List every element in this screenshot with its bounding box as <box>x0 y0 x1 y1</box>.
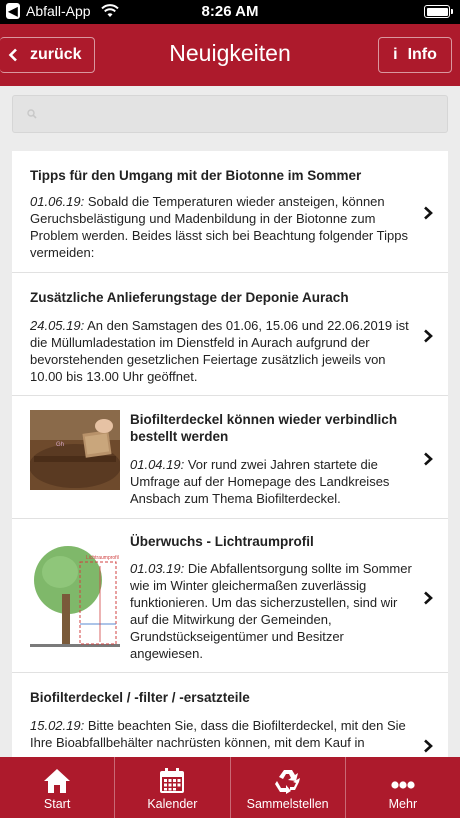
nav-header: zurück Neuigkeiten i Info <box>0 24 460 86</box>
tab-label: Sammelstellen <box>246 797 329 811</box>
news-item[interactable]: Gh Biofilterdeckel können wieder verbind… <box>12 396 448 519</box>
news-item-body: An den Samstagen des 01.06, 15.06 und 22… <box>30 318 409 384</box>
tab-kalender[interactable]: Kalender <box>115 757 231 818</box>
news-list: Tipps für den Umgang mit der Biotonne im… <box>12 151 448 757</box>
info-icon: i <box>393 46 398 63</box>
news-item-date: 01.06.19: <box>30 194 85 209</box>
news-item-text: 15.02.19: Bitte beachten Sie, dass die B… <box>30 717 415 751</box>
news-item-text: 01.04.19: Vor rund zwei Jahren startete … <box>130 456 415 507</box>
search-input[interactable] <box>13 96 447 132</box>
news-item-title: Überwuchs - Lichtraumprofil <box>130 534 314 549</box>
status-bar: ◀ Abfall-App 8:26 AM <box>0 0 460 24</box>
news-item-date: 15.02.19: <box>30 718 85 733</box>
clearance-profile-diagram: Lichtraumprofil <box>30 532 120 658</box>
chevron-right-icon <box>424 739 433 753</box>
battery-icon <box>424 5 453 18</box>
bio-bin-lid-image: Gh <box>30 410 120 490</box>
chevron-right-icon <box>424 206 433 220</box>
chevron-right-icon <box>424 452 433 466</box>
news-item[interactable]: Lichtraumprofil Überwuchs - Lichtraumpro… <box>12 519 448 673</box>
news-item-text: 24.05.19: An den Samstagen des 01.06, 15… <box>30 317 415 385</box>
news-item-body: Sobald die Temperaturen wieder ansteigen… <box>30 194 408 260</box>
news-item-body: Die Abfallentsorgung sollte im Sommer wi… <box>130 561 412 661</box>
news-item-image: Lichtraumprofil <box>30 532 120 658</box>
news-item-title: Tipps für den Umgang mit der Biotonne im… <box>30 168 362 183</box>
news-item-date: 01.03.19: <box>130 561 185 576</box>
recycle-icon <box>274 770 300 794</box>
news-item-date: 24.05.19: <box>30 318 85 333</box>
tab-label: Start <box>43 797 71 811</box>
tab-sammelstellen[interactable]: Sammelstellen <box>231 757 346 818</box>
chevron-right-icon <box>424 591 433 605</box>
news-item[interactable]: Zusätzliche Anlieferungstage der Deponie… <box>12 273 448 396</box>
svg-text:Lichtraumprofil: Lichtraumprofil <box>86 555 119 561</box>
tab-mehr[interactable]: Mehr <box>346 757 460 818</box>
tab-bar: Start Kalender Sammelstellen Mehr <box>0 757 460 818</box>
news-item-text: 01.03.19: Die Abfallentsorgung sollte im… <box>130 560 415 662</box>
tab-label: Mehr <box>388 797 418 811</box>
clock: 8:26 AM <box>201 3 259 20</box>
search-bar <box>12 95 448 133</box>
news-item-text: 01.06.19: Sobald die Temperaturen wieder… <box>30 193 415 261</box>
news-item-image: Gh <box>30 410 120 490</box>
home-icon <box>44 769 71 793</box>
chevron-right-icon <box>424 329 433 343</box>
calendar-icon <box>160 768 185 793</box>
news-item[interactable]: Biofilterdeckel / -filter / -ersatzteile… <box>12 673 448 757</box>
tab-start[interactable]: Start <box>0 757 116 818</box>
info-button[interactable]: i Info <box>378 37 452 73</box>
news-item-body: Bitte beachten Sie, dass die Biofilterde… <box>30 718 406 750</box>
news-item[interactable]: Tipps für den Umgang mit der Biotonne im… <box>12 151 448 273</box>
news-item-title: Zusätzliche Anlieferungstage der Deponie… <box>30 290 349 305</box>
news-item-title: Biofilterdeckel können wieder verbindlic… <box>130 412 398 444</box>
news-item-title: Biofilterdeckel / -filter / -ersatzteile <box>30 690 250 705</box>
info-button-label: Info <box>407 46 437 63</box>
tab-label: Kalender <box>147 797 198 811</box>
svg-text:Gh: Gh <box>56 442 64 448</box>
news-item-date: 01.04.19: <box>130 457 185 472</box>
